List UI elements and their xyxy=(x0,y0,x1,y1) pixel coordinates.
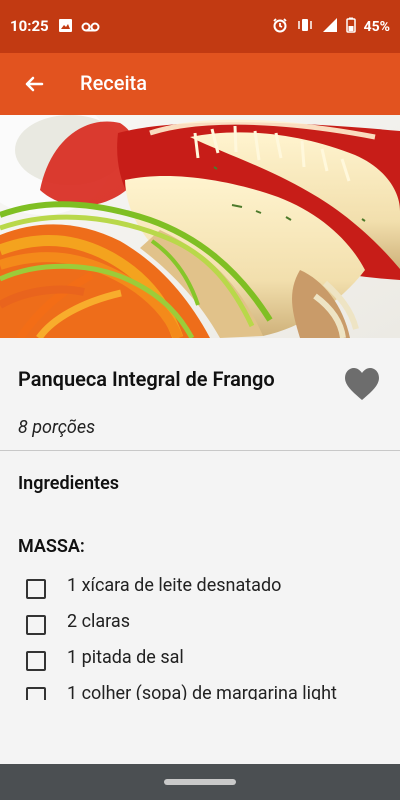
vibrate-icon xyxy=(296,17,314,37)
image-notification-icon xyxy=(58,18,73,37)
signal-icon xyxy=(322,17,338,37)
ingredient-label: 1 colher (sopa) de margarina light xyxy=(67,683,337,700)
massa-section-heading: MASSA: xyxy=(18,536,85,557)
favorite-button[interactable] xyxy=(343,367,381,403)
ingredient-checkbox[interactable] xyxy=(26,651,46,671)
voicemail-icon xyxy=(81,18,100,37)
recipe-photo xyxy=(0,115,400,338)
ingredients-heading: Ingredientes xyxy=(18,473,120,494)
navigation-bar xyxy=(0,764,400,800)
arrow-back-icon xyxy=(25,76,44,92)
home-gesture-handle[interactable] xyxy=(164,779,236,785)
ingredient-label: 1 pitada de sal xyxy=(67,647,184,668)
ingredient-checkbox[interactable] xyxy=(26,687,46,700)
status-time: 10:25 xyxy=(10,17,49,35)
status-bar: 10:25 45% xyxy=(0,0,400,53)
ingredient-label: 2 claras xyxy=(67,611,130,632)
ingredient-checkbox[interactable] xyxy=(26,579,46,599)
recipe-title: Panqueca Integral de Frango xyxy=(18,367,275,391)
ingredient-row[interactable]: 2 claras xyxy=(0,609,400,645)
alarm-icon xyxy=(272,17,288,37)
battery-percent: 45% xyxy=(363,19,390,35)
recipe-content: Panqueca Integral de Frango 8 porções In… xyxy=(0,338,400,700)
servings-text: 8 porções xyxy=(18,417,96,438)
app-bar: Receita xyxy=(0,53,400,115)
status-left-icons xyxy=(58,18,100,37)
ingredient-label: 1 xícara de leite desnatado xyxy=(67,575,282,596)
battery-icon xyxy=(345,17,356,37)
ingredient-checkbox[interactable] xyxy=(26,615,46,635)
ingredient-row[interactable]: 1 pitada de sal xyxy=(0,645,400,681)
page-title: Receita xyxy=(80,71,147,95)
ingredient-list: 1 xícara de leite desnatado 2 claras 1 p… xyxy=(0,573,400,700)
status-right: 45% xyxy=(272,17,390,37)
heart-icon xyxy=(345,368,379,400)
section-divider xyxy=(0,450,400,451)
ingredient-row[interactable]: 1 colher (sopa) de margarina light xyxy=(0,681,400,700)
back-button[interactable] xyxy=(20,70,48,98)
ingredient-row[interactable]: 1 xícara de leite desnatado xyxy=(0,573,400,609)
